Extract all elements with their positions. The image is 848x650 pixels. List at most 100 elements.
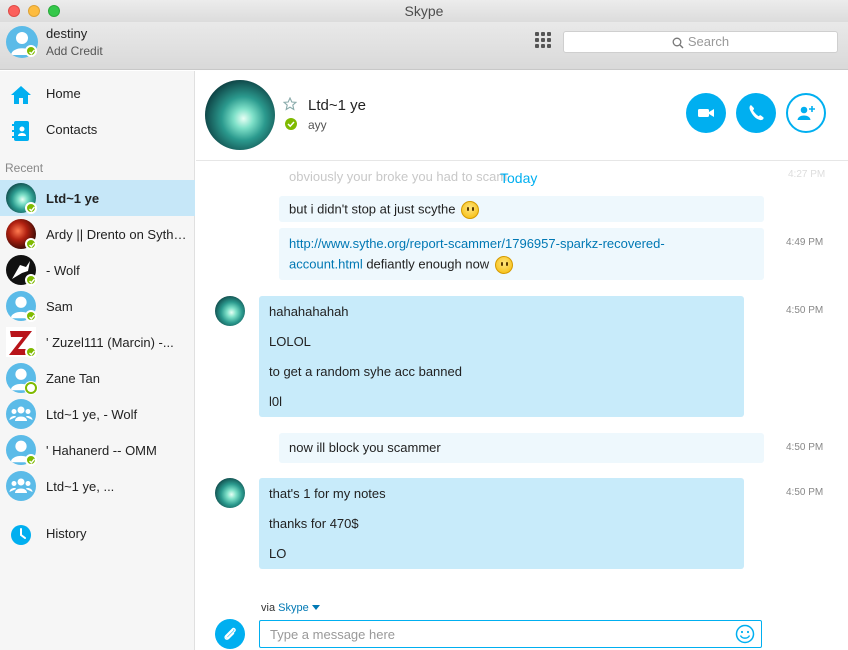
message-text: LO [269, 546, 287, 561]
voice-call-button[interactable] [736, 93, 776, 133]
chevron-down-icon [311, 605, 320, 610]
message-bubble[interactable]: now ill block you scammer [279, 433, 764, 463]
contact-name: ' Zuzel111 (Marcin) -... [46, 335, 174, 350]
sender-avatar[interactable] [215, 296, 245, 326]
contact-name: Sam [46, 299, 73, 314]
contact-name: - Wolf [46, 263, 80, 278]
faded-message: obviously your broke you had to scam [289, 169, 508, 184]
contact-name: Ardy || Drento on Sythe || [46, 227, 188, 242]
smile-emoji-icon [494, 256, 513, 274]
add-person-icon [797, 106, 815, 120]
faded-message-time: 4:27 PM [788, 169, 826, 180]
phone-icon [749, 105, 764, 121]
message-link[interactable]: http://www.sythe.org/report-scammer/1796… [289, 236, 665, 251]
group-icon [9, 478, 33, 493]
message-text: l0l [269, 394, 283, 409]
recent-contact[interactable]: Ltd~1 ye [0, 180, 195, 216]
group-icon [9, 406, 33, 421]
message-bubble[interactable]: http://www.sythe.org/report-scammer/1796… [279, 228, 764, 280]
nav-contacts-label: Contacts [46, 122, 98, 137]
account-name[interactable]: destiny [46, 26, 87, 41]
contact-name: Ltd~1 ye [46, 191, 100, 206]
nav-home-label: Home [46, 86, 81, 101]
message-text: thanks for 470$ [269, 516, 359, 531]
message-time: 4:50 PM [786, 487, 824, 498]
contact-name: ' Hahanerd -- OMM [46, 443, 157, 458]
via-service-name: Skype [278, 602, 309, 614]
favorite-star-icon[interactable] [283, 97, 297, 111]
paperclip-icon [224, 627, 236, 640]
message-text: to get a random syhe acc banned [269, 364, 462, 379]
message-text: LOLOL [269, 334, 311, 349]
message-time: 4:49 PM [786, 237, 824, 248]
contact-name: Ltd~1 ye, - Wolf [46, 407, 138, 422]
video-camera-icon [698, 109, 714, 117]
contact-name: Zane Tan [46, 371, 100, 386]
add-credit-link[interactable]: Add Credit [46, 44, 103, 58]
conversation-name[interactable]: Ltd~1 ye [308, 97, 366, 114]
via-service-dropdown[interactable]: Skype [278, 602, 320, 614]
message-text: now ill block you scammer [289, 440, 441, 455]
group-avatar [6, 471, 36, 501]
message-link-continued[interactable]: account.html [289, 256, 363, 271]
message-bubble[interactable]: but i didn't stop at just scythe [279, 196, 764, 222]
add-people-button[interactable] [786, 93, 826, 133]
sender-avatar[interactable] [215, 478, 245, 508]
conversation-mood: ayy [308, 118, 327, 132]
nav-home[interactable]: Home [0, 76, 195, 112]
message-text: but i didn't stop at just scythe [289, 201, 456, 217]
nav-history[interactable]: History [0, 516, 195, 552]
title-bar: Skype [0, 0, 848, 22]
emoticon-picker-icon[interactable] [735, 624, 755, 644]
tongue-emoji-icon [461, 201, 480, 219]
via-text: via [261, 602, 276, 614]
recent-contact[interactable]: Ardy || Drento on Sythe || [0, 216, 195, 252]
nav-contacts[interactable]: Contacts [0, 112, 195, 148]
message-bubble[interactable]: hahahahahah LOLOL to get a random syhe a… [259, 296, 744, 417]
online-status-icon [25, 238, 37, 250]
recent-heading: Recent [5, 161, 44, 175]
message-text: that's 1 for my notes [269, 486, 386, 501]
recent-group[interactable]: Ltd~1 ye, ... [0, 468, 195, 504]
video-call-button[interactable] [686, 93, 726, 133]
conversation-avatar[interactable] [205, 80, 275, 150]
message-bubble[interactable]: that's 1 for my notes thanks for 470$ LO [259, 478, 744, 569]
message-list[interactable]: obviously your broke you had to scam 4:2… [196, 162, 848, 602]
window-title: Skype [404, 3, 444, 19]
online-status-icon [25, 454, 37, 466]
conversation-header: Ltd~1 ye ayy [196, 71, 848, 161]
online-status-icon [25, 310, 37, 322]
minimize-window-button[interactable] [28, 5, 40, 17]
message-text: defiantly enough now [362, 256, 490, 272]
maximize-window-button[interactable] [48, 5, 60, 17]
dialpad-icon[interactable] [535, 32, 551, 48]
message-time: 4:50 PM [786, 442, 824, 453]
recent-group[interactable]: Ltd~1 ye, - Wolf [0, 396, 195, 432]
day-separator: Today [500, 170, 538, 186]
recent-contact[interactable]: ' Hahanerd -- OMM [0, 432, 195, 468]
online-status-icon [285, 118, 297, 130]
nav-history-label: History [46, 526, 87, 541]
close-window-button[interactable] [8, 5, 20, 17]
online-status-icon [25, 346, 37, 358]
sidebar: Home Contacts Recent Ltd~1 ye Ardy || Dr… [0, 71, 195, 650]
home-icon [11, 86, 31, 104]
message-input[interactable] [259, 620, 762, 648]
recent-contact[interactable]: Zane Tan [0, 360, 195, 396]
my-status-icon[interactable] [25, 45, 37, 57]
attach-button[interactable] [215, 619, 245, 649]
compose-area: via Skype [196, 600, 848, 650]
recent-contact[interactable]: - Wolf [0, 252, 195, 288]
recent-contact[interactable]: ' Zuzel111 (Marcin) -... [0, 324, 195, 360]
message-time: 4:50 PM [786, 305, 824, 316]
search-placeholder: Search [687, 34, 730, 49]
contact-name: Ltd~1 ye, ... [46, 479, 115, 494]
search-icon [672, 37, 684, 49]
via-label: via Skype [261, 602, 320, 614]
group-avatar [6, 399, 36, 429]
recent-contact[interactable]: Sam [0, 288, 195, 324]
contacts-book-icon [12, 121, 29, 141]
away-status-icon [25, 382, 37, 394]
search-box[interactable]: Search [563, 31, 838, 53]
message-text: hahahahahah [269, 304, 349, 319]
